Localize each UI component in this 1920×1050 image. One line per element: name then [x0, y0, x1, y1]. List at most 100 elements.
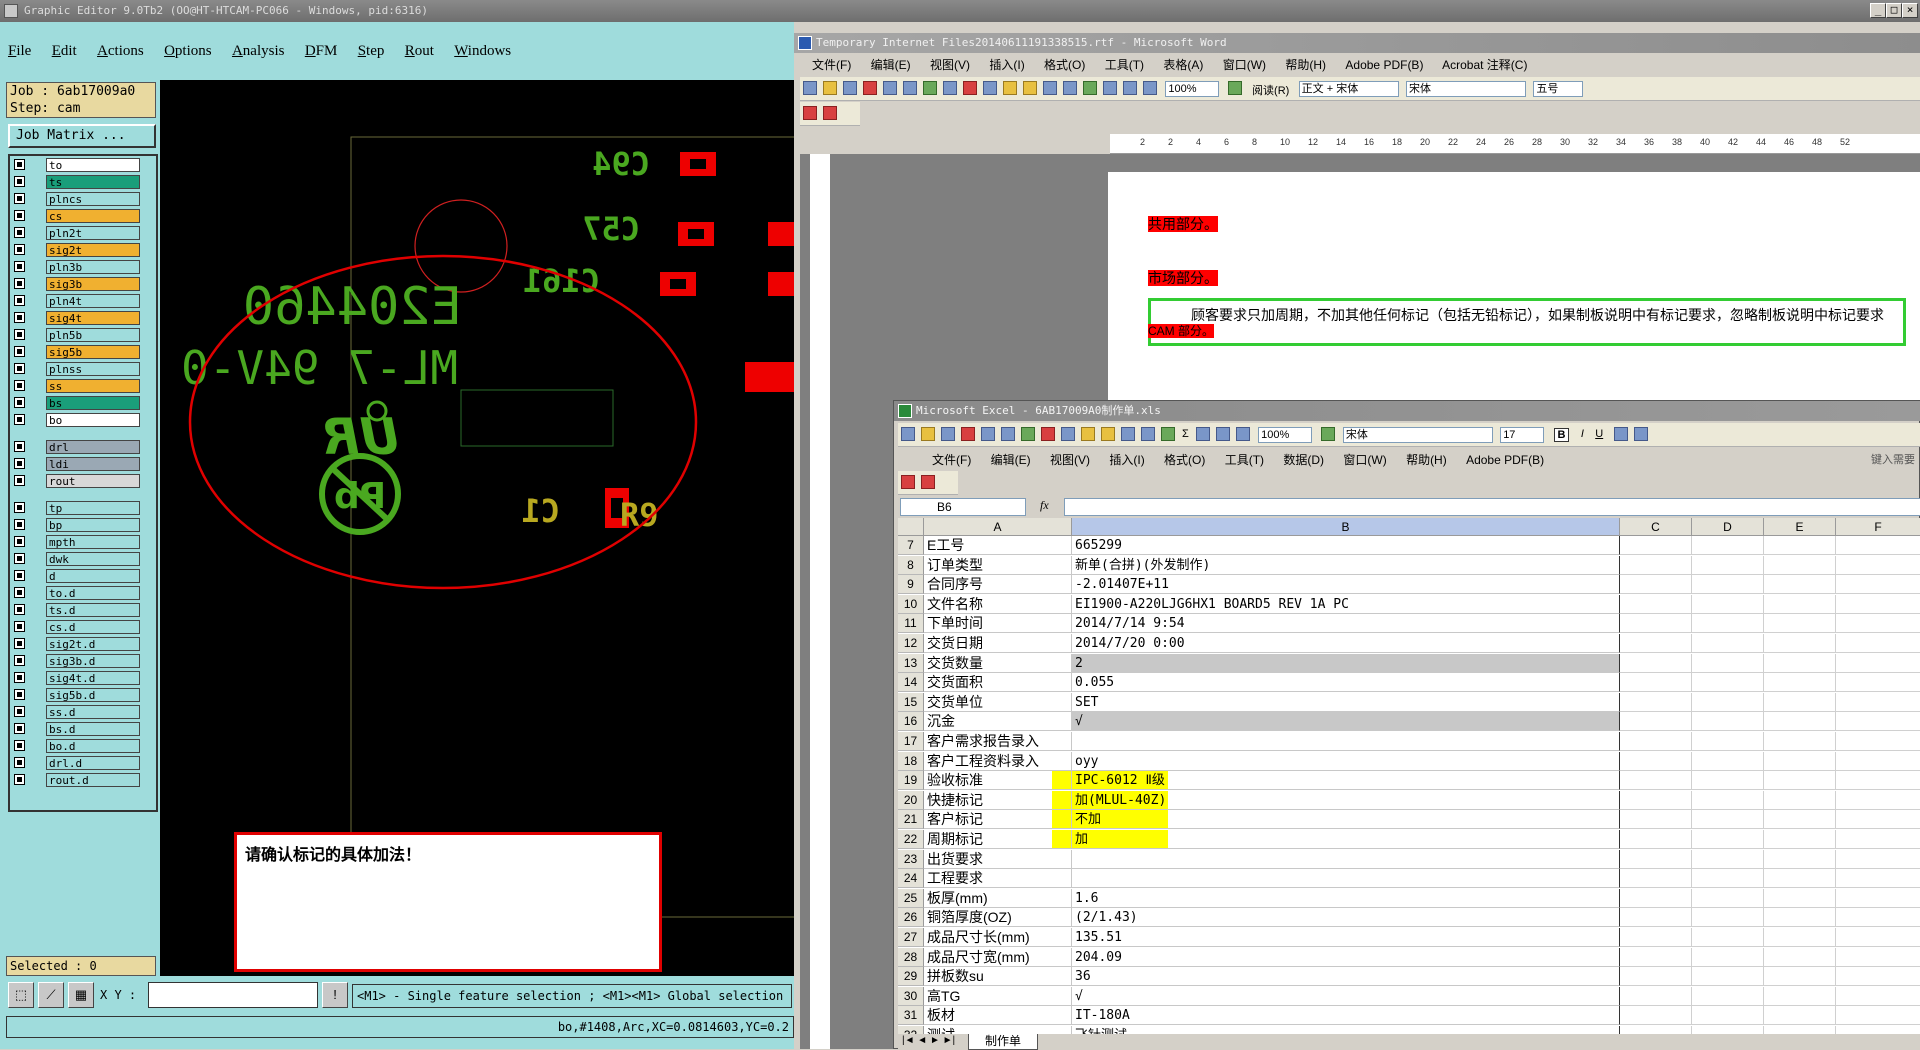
layer-checkbox[interactable] — [14, 519, 25, 530]
menu-file[interactable]: File — [8, 36, 31, 66]
save-icon[interactable] — [843, 81, 857, 95]
word-menu-tools[interactable]: 工具(T) — [1105, 58, 1144, 72]
empty-cell[interactable] — [1692, 751, 1764, 771]
cell-value[interactable]: EI1900-A220LJG6HX1 BOARD5 REV 1A PC — [1072, 594, 1620, 614]
cell-label[interactable]: 快捷标记 — [924, 790, 1072, 810]
cell-label[interactable]: 交货面积 — [924, 673, 1072, 693]
cell-label[interactable]: 出货要求 — [924, 849, 1072, 869]
layer-name[interactable]: tp — [46, 501, 140, 515]
empty-cell[interactable] — [1764, 555, 1836, 575]
layer-row-bs[interactable]: bs — [12, 396, 156, 411]
cell-label[interactable]: 板厚(mm) — [924, 888, 1072, 908]
layer-row-plnss[interactable]: plnss — [12, 362, 156, 377]
cell-label[interactable]: 合同序号 — [924, 575, 1072, 595]
cell-label[interactable]: 客户需求报告录入 — [924, 732, 1072, 751]
word-menu-adobe-pdf[interactable]: Adobe PDF(B) — [1345, 58, 1423, 72]
layer-checkbox[interactable] — [14, 397, 25, 408]
layer-checkbox[interactable] — [14, 587, 25, 598]
format-painter-icon[interactable] — [1023, 81, 1037, 95]
layer-row-d[interactable]: d — [12, 569, 156, 584]
excel-font-combo[interactable]: 宋体 — [1342, 427, 1493, 443]
empty-cell[interactable] — [1692, 947, 1764, 967]
layer-checkbox[interactable] — [14, 227, 25, 238]
cell-label[interactable]: 板材 — [924, 1006, 1072, 1026]
paste-icon[interactable] — [1003, 81, 1017, 95]
column-header[interactable]: E — [1764, 518, 1836, 536]
row-number[interactable]: 9 — [898, 575, 924, 595]
word-menu-insert[interactable]: 插入(I) — [989, 58, 1024, 72]
menu-rout[interactable]: Rout — [405, 36, 434, 66]
layer-checkbox[interactable] — [14, 210, 25, 221]
layer-name[interactable]: ldi — [46, 457, 140, 471]
cell-value[interactable]: -2.01407E+11 — [1072, 575, 1620, 595]
name-box[interactable]: B6 — [900, 498, 1026, 516]
word-menu-format[interactable]: 格式(O) — [1044, 58, 1085, 72]
layer-row-sig4t[interactable]: sig4t — [12, 311, 156, 326]
redo-icon[interactable] — [1063, 81, 1077, 95]
empty-cell[interactable] — [1620, 732, 1692, 751]
empty-cell[interactable] — [1620, 869, 1692, 889]
xl-print-icon[interactable] — [981, 427, 995, 441]
empty-cell[interactable] — [1620, 575, 1692, 595]
layer-checkbox[interactable] — [14, 458, 25, 469]
empty-cell[interactable] — [1620, 673, 1692, 693]
xl-cut-icon[interactable] — [1041, 427, 1055, 441]
layer-checkbox[interactable] — [14, 295, 25, 306]
row-number[interactable]: 15 — [898, 692, 924, 712]
empty-cell[interactable] — [1764, 967, 1836, 987]
xl-paste-icon[interactable] — [1081, 427, 1095, 441]
cell-label[interactable]: 拼板数su — [924, 967, 1072, 987]
layer-name[interactable]: ts.d — [46, 603, 140, 617]
empty-cell[interactable] — [1692, 575, 1764, 595]
empty-cell[interactable] — [1764, 928, 1836, 947]
empty-cell[interactable] — [1836, 889, 1920, 908]
read-button[interactable]: 阅读(R) — [1252, 82, 1289, 98]
cell-label[interactable]: 高TG — [924, 986, 1072, 1006]
layer-row-drl[interactable]: drl — [12, 440, 156, 455]
empty-cell[interactable] — [1764, 947, 1836, 967]
xl-redo-icon[interactable] — [1141, 427, 1155, 441]
cell-value[interactable]: √ — [1072, 986, 1620, 1006]
formula-bar[interactable] — [1064, 498, 1920, 516]
xy-input[interactable] — [148, 982, 318, 1008]
layer-name[interactable]: dwk — [46, 552, 140, 566]
empty-cell[interactable] — [1620, 947, 1692, 967]
sort-desc-icon[interactable] — [1215, 427, 1230, 441]
xl-spelling-icon[interactable] — [1021, 427, 1035, 441]
layer-name[interactable]: sig2t — [46, 243, 140, 257]
cell-label[interactable]: 交货单位 — [924, 692, 1072, 712]
row-number[interactable]: 29 — [898, 967, 924, 987]
layer-name[interactable]: bp — [46, 518, 140, 532]
xl-preview-icon[interactable] — [1001, 427, 1015, 441]
empty-cell[interactable] — [1620, 536, 1692, 555]
layer-checkbox[interactable] — [14, 261, 25, 272]
undo-icon[interactable] — [1043, 81, 1057, 95]
xl-undo-icon[interactable] — [1121, 427, 1135, 441]
layer-checkbox[interactable] — [14, 176, 25, 187]
empty-cell[interactable] — [1692, 634, 1764, 653]
layer-checkbox[interactable] — [14, 363, 25, 374]
cell-value[interactable]: 0.055 — [1072, 673, 1620, 693]
empty-cell[interactable] — [1836, 673, 1920, 693]
layer-checkbox[interactable] — [14, 723, 25, 734]
layer-name[interactable]: bo — [46, 413, 140, 427]
italic-button[interactable]: I — [1581, 428, 1584, 440]
layer-row-bo[interactable]: bo — [12, 413, 156, 428]
minimize-icon[interactable]: _ — [1870, 3, 1886, 18]
layer-row-drl-d[interactable]: drl.d — [12, 756, 156, 771]
empty-cell[interactable] — [1692, 908, 1764, 928]
xl-help-icon[interactable] — [1320, 427, 1335, 441]
empty-cell[interactable] — [1692, 594, 1764, 614]
layer-row-pln4t[interactable]: pln4t — [12, 294, 156, 309]
menu-edit[interactable]: Edit — [52, 36, 77, 66]
cut-icon[interactable] — [963, 81, 977, 95]
empty-cell[interactable] — [1692, 771, 1764, 791]
layer-row-to[interactable]: to — [12, 158, 156, 173]
empty-cell[interactable] — [1692, 673, 1764, 693]
layer-checkbox[interactable] — [14, 312, 25, 323]
open-icon[interactable] — [823, 81, 837, 95]
layer-name[interactable]: ts — [46, 175, 140, 189]
word-menu-table[interactable]: 表格(A) — [1163, 58, 1203, 72]
empty-cell[interactable] — [1764, 810, 1836, 830]
grid-tool-icon[interactable]: ▦ — [68, 982, 94, 1008]
